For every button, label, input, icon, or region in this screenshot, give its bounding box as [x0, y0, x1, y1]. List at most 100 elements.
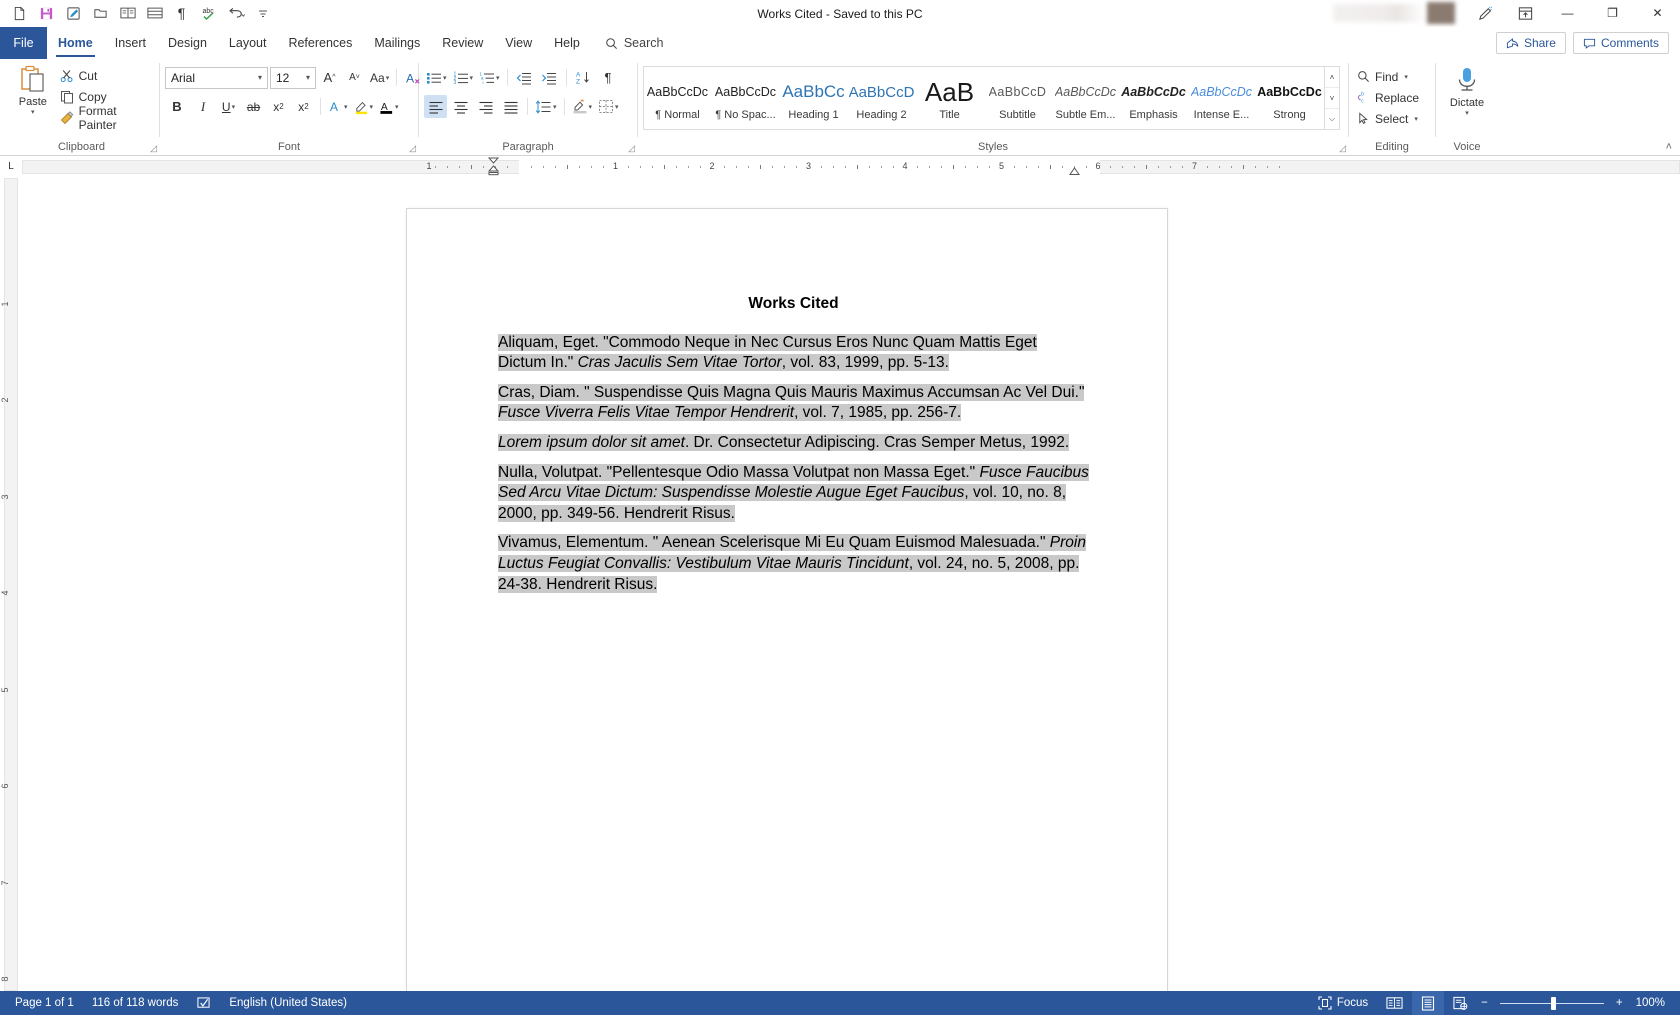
- close-button[interactable]: ✕: [1635, 0, 1680, 27]
- text-effects-button[interactable]: A ▾: [326, 95, 350, 118]
- format-painter-button[interactable]: Format Painter: [57, 104, 154, 132]
- collapse-ribbon-button[interactable]: ˄: [1666, 141, 1672, 153]
- vertical-ruler[interactable]: 1 2 3 4 5 6 7 8: [0, 178, 22, 991]
- styles-scroll-down-button[interactable]: ˅: [1325, 88, 1339, 109]
- font-family-select[interactable]: Arial ▾: [165, 66, 268, 89]
- dictate-button[interactable]: Dictate ▾: [1441, 62, 1493, 117]
- superscript-button[interactable]: x2: [292, 95, 315, 118]
- share-button[interactable]: Share: [1495, 32, 1566, 54]
- font-dialog-launcher[interactable]: ◿: [409, 143, 416, 154]
- line-spacing-button[interactable]: ▾: [533, 95, 559, 118]
- tab-references[interactable]: References: [277, 27, 363, 59]
- citation-2[interactable]: Cras, Diam. " Suspendisse Quis Magna Qui…: [498, 383, 1089, 424]
- maximize-button[interactable]: ❐: [1590, 0, 1635, 27]
- citation-1[interactable]: Aliquam, Eget. "Commodo Neque in Nec Cur…: [498, 333, 1089, 374]
- tab-layout[interactable]: Layout: [218, 27, 278, 59]
- tab-home[interactable]: Home: [47, 27, 104, 59]
- sort-button[interactable]: AZ: [572, 66, 595, 89]
- search-input[interactable]: Search: [591, 27, 674, 59]
- zoom-out-button[interactable]: −: [1477, 991, 1492, 1015]
- style-heading-2[interactable]: AaBbCcD Heading 2: [848, 67, 916, 129]
- right-indent-marker[interactable]: [1069, 167, 1080, 176]
- tab-view[interactable]: View: [494, 27, 543, 59]
- tab-review[interactable]: Review: [431, 27, 494, 59]
- justify-button[interactable]: [499, 95, 522, 118]
- tab-mailings[interactable]: Mailings: [363, 27, 431, 59]
- decrease-indent-button[interactable]: [513, 66, 536, 89]
- style-intense-emphasis[interactable]: AaBbCcDc Intense E...: [1188, 67, 1256, 129]
- print-layout-icon[interactable]: [141, 1, 168, 26]
- undo-icon[interactable]: [222, 1, 249, 26]
- focus-mode-button[interactable]: Focus: [1309, 991, 1377, 1015]
- style-no-spacing[interactable]: AaBbCcDc ¶ No Spac...: [712, 67, 780, 129]
- underline-button[interactable]: U ▾: [217, 95, 240, 118]
- multilevel-list-button[interactable]: 1 a i ▾: [477, 66, 502, 89]
- citation-5[interactable]: Vivamus, Elementum. " Aenean Scelerisque…: [498, 533, 1089, 595]
- language-indicator[interactable]: English (United States): [220, 991, 356, 1015]
- spelling-check-icon[interactable]: abc: [195, 1, 222, 26]
- document-canvas[interactable]: Works Cited Aliquam, Eget. "Commodo Nequ…: [22, 178, 1680, 991]
- tab-stop-selector[interactable]: L: [0, 156, 22, 177]
- select-button[interactable]: Select ▾: [1354, 108, 1425, 129]
- autosave-edit-icon[interactable]: [60, 1, 87, 26]
- bullets-button[interactable]: ▾: [424, 66, 449, 89]
- strikethrough-button[interactable]: ab: [242, 95, 265, 118]
- change-case-button[interactable]: Aa ▾: [368, 66, 391, 89]
- web-layout-view-button[interactable]: [1444, 991, 1477, 1015]
- zoom-in-button[interactable]: +: [1612, 991, 1627, 1015]
- tab-insert[interactable]: Insert: [104, 27, 157, 59]
- open-folder-icon[interactable]: [87, 1, 114, 26]
- style-title[interactable]: AaB Title: [916, 67, 984, 129]
- citation-4[interactable]: Nulla, Volutpat. "Pellentesque Odio Mass…: [498, 463, 1089, 525]
- read-mode-view-button[interactable]: [1377, 991, 1412, 1015]
- text-highlight-color-button[interactable]: ▾: [352, 95, 376, 118]
- comments-button[interactable]: Comments: [1572, 32, 1669, 54]
- print-layout-view-button[interactable]: [1412, 991, 1445, 1015]
- save-icon[interactable]: [33, 1, 60, 26]
- style-normal[interactable]: AaBbCcDc ¶ Normal: [644, 67, 712, 129]
- grow-font-button[interactable]: A ^: [318, 66, 341, 89]
- align-left-button[interactable]: [424, 95, 447, 118]
- page-indicator[interactable]: Page 1 of 1: [6, 991, 83, 1015]
- borders-button[interactable]: ▾: [596, 95, 621, 118]
- read-mode-icon[interactable]: [114, 1, 141, 26]
- zoom-level-button[interactable]: 100%: [1627, 991, 1674, 1015]
- align-center-button[interactable]: [449, 95, 472, 118]
- paragraph-dialog-launcher[interactable]: ◿: [628, 143, 635, 154]
- zoom-thumb[interactable]: [1550, 996, 1556, 1010]
- word-count-indicator[interactable]: 116 of 118 words: [83, 991, 188, 1015]
- font-color-button[interactable]: A ▾: [377, 95, 401, 118]
- show-formatting-marks-icon[interactable]: ¶: [168, 1, 195, 26]
- horizontal-ruler[interactable]: 1 1 2 3 4 5 6 7: [22, 157, 1680, 176]
- find-button[interactable]: Find ▾: [1354, 66, 1425, 87]
- align-right-button[interactable]: [474, 95, 497, 118]
- increase-indent-button[interactable]: [538, 66, 561, 89]
- ink-pen-icon[interactable]: [1465, 0, 1505, 27]
- clipboard-dialog-launcher[interactable]: ◿: [150, 143, 157, 154]
- italic-button[interactable]: I: [191, 95, 215, 118]
- style-subtle-emphasis[interactable]: AaBbCcDc Subtle Em...: [1052, 67, 1120, 129]
- styles-scroll-up-button[interactable]: ˄: [1325, 67, 1339, 88]
- font-size-select[interactable]: 12 ▾: [270, 66, 316, 89]
- numbering-button[interactable]: 1 2 3 ▾: [451, 66, 476, 89]
- style-heading-1[interactable]: AaBbCс Heading 1: [780, 67, 848, 129]
- new-document-icon[interactable]: [6, 1, 33, 26]
- style-strong[interactable]: AaBbCcDc Strong: [1256, 67, 1324, 129]
- citation-3[interactable]: Lorem ipsum dolor sit amet. Dr. Consecte…: [498, 433, 1089, 454]
- avatar[interactable]: [1427, 2, 1455, 24]
- style-emphasis[interactable]: AaBbCcDc Emphasis: [1120, 67, 1188, 129]
- tab-design[interactable]: Design: [157, 27, 218, 59]
- proofing-status-button[interactable]: [187, 991, 220, 1015]
- show-formatting-marks-button[interactable]: ¶: [597, 66, 620, 89]
- tab-file[interactable]: File: [0, 27, 47, 59]
- shrink-font-button[interactable]: A ˅: [343, 66, 366, 89]
- document-text-body[interactable]: Works Cited Aliquam, Eget. "Commodo Nequ…: [407, 209, 1167, 595]
- paste-button[interactable]: Paste ▾: [9, 62, 57, 116]
- subscript-button[interactable]: x2: [267, 95, 290, 118]
- tab-help[interactable]: Help: [543, 27, 591, 59]
- styles-more-button[interactable]: ⌵: [1325, 109, 1339, 129]
- minimize-button[interactable]: —: [1545, 0, 1590, 27]
- shading-button[interactable]: ▾: [570, 95, 595, 118]
- ribbon-display-options-icon[interactable]: [1505, 0, 1545, 27]
- document-page[interactable]: Works Cited Aliquam, Eget. "Commodo Nequ…: [406, 208, 1168, 991]
